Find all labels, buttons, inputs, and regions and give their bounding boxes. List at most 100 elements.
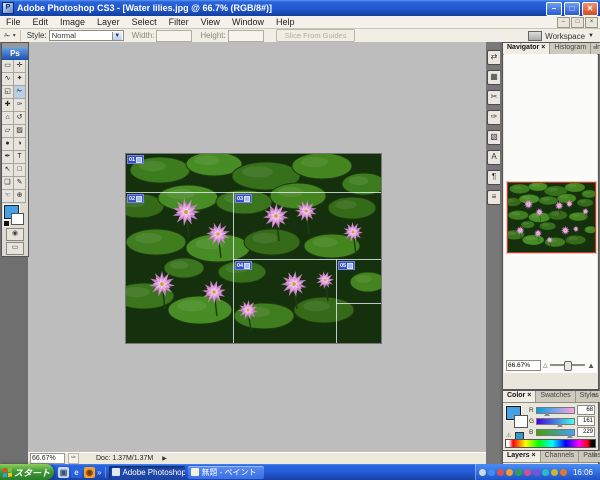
g-value-input[interactable]: 161 xyxy=(577,416,595,426)
tray-icon[interactable] xyxy=(488,469,495,476)
slices-from-guides-button[interactable]: Slice From Guides xyxy=(276,29,356,42)
clone-stamp-tool[interactable]: ⌂ xyxy=(2,112,14,125)
restore-button[interactable]: □ xyxy=(564,2,580,16)
color-tab-swatches[interactable]: Swatches xyxy=(536,391,575,402)
slice-label-03[interactable]: 03 xyxy=(235,194,252,203)
shape-tool[interactable]: □ xyxy=(14,164,26,177)
gamut-warning-icon[interactable]: ⚠ xyxy=(506,432,511,439)
tray-icon[interactable] xyxy=(515,469,522,476)
slice-boundary-line[interactable] xyxy=(336,259,337,343)
close-button[interactable]: ✕ xyxy=(582,2,598,16)
tray-icon[interactable] xyxy=(497,469,504,476)
hand-tool[interactable]: ☜ xyxy=(2,190,14,203)
menu-select[interactable]: Select xyxy=(126,16,163,28)
tray-icon[interactable] xyxy=(533,469,540,476)
eyedropper-tool[interactable]: ✎ xyxy=(14,177,26,190)
doc-close-button[interactable]: × xyxy=(585,17,598,28)
doc-minimize-button[interactable]: – xyxy=(557,17,570,28)
tray-icon[interactable] xyxy=(542,469,549,476)
status-zoom-input[interactable]: 66.67% xyxy=(30,453,65,464)
taskbar-task-2[interactable]: 無題 - ペイント xyxy=(188,466,264,479)
slice-label-02[interactable]: 02 xyxy=(127,194,144,203)
crop-tool[interactable]: ◱ xyxy=(2,86,14,99)
history-brush-tool[interactable]: ↺ xyxy=(14,112,26,125)
menu-view[interactable]: View xyxy=(195,16,226,28)
path-selection-tool[interactable]: ↖ xyxy=(2,164,14,177)
b-value-input[interactable]: 229 xyxy=(577,427,595,437)
background-color-swatch[interactable] xyxy=(11,213,24,225)
taskbar-task-1[interactable]: Adobe Photoshop CS.. xyxy=(109,466,185,479)
r-value-input[interactable]: 68 xyxy=(577,405,595,415)
menu-help[interactable]: Help xyxy=(270,16,301,28)
slice-label-05[interactable]: 05 xyxy=(338,261,355,270)
style-dropdown[interactable]: Normal ▼ xyxy=(49,30,124,41)
slice-boundary-line[interactable] xyxy=(126,192,381,193)
zoom-in-icon[interactable]: ▲ xyxy=(587,361,595,370)
r-slider[interactable] xyxy=(536,407,575,414)
zoom-out-icon[interactable]: △ xyxy=(543,362,548,369)
move-tool[interactable]: ✛ xyxy=(14,60,26,73)
panel-menu-icon[interactable]: ≡ xyxy=(593,392,597,401)
slice-tool[interactable]: ✁ xyxy=(14,86,26,99)
workspace-switcher[interactable]: Workspace ▼ xyxy=(528,31,594,41)
panel-menu-icon[interactable]: ≡ xyxy=(593,44,597,53)
color-tab-color[interactable]: Color × xyxy=(503,391,536,402)
default-colors-icon[interactable] xyxy=(3,220,10,227)
background-color-swatch[interactable] xyxy=(514,415,528,428)
gradient-tool[interactable]: ▨ xyxy=(14,125,26,138)
slice-boundary-line[interactable] xyxy=(233,192,234,343)
zoom-tool[interactable]: ⊕ xyxy=(14,190,26,203)
quick-launch-overflow[interactable]: » xyxy=(97,468,101,477)
tray-icon[interactable] xyxy=(560,469,567,476)
panel-menu-icon[interactable]: ≡ xyxy=(593,452,597,461)
lasso-tool[interactable]: ∿ xyxy=(2,73,14,86)
type-tool[interactable]: T xyxy=(14,151,26,164)
slider-handle[interactable] xyxy=(557,423,563,427)
ie-icon[interactable]: e xyxy=(71,467,82,478)
healing-brush-tool[interactable]: ✚ xyxy=(2,99,14,112)
pen-tool[interactable]: ✒ xyxy=(2,151,14,164)
quick-mask-button[interactable]: ◉ xyxy=(6,228,24,241)
tool-preset-picker[interactable]: ✁ ▾ xyxy=(0,30,21,41)
slice-label-01[interactable]: 01 xyxy=(127,155,144,164)
slice-boundary-line[interactable] xyxy=(336,303,381,304)
navigator-zoom-slider[interactable] xyxy=(550,364,585,366)
tray-icon[interactable] xyxy=(551,469,558,476)
menu-filter[interactable]: Filter xyxy=(163,16,195,28)
color-spectrum-ramp[interactable] xyxy=(505,439,596,448)
navigator-tab-histogram[interactable]: Histogram xyxy=(550,43,591,54)
navigator-zoom-input[interactable]: 66.67% xyxy=(506,360,541,371)
width-input[interactable] xyxy=(156,30,192,42)
layers-tab-layers[interactable]: Layers × xyxy=(503,451,541,462)
menu-edit[interactable]: Edit xyxy=(27,16,55,28)
tray-icon[interactable] xyxy=(506,469,513,476)
screen-mode-button[interactable]: ▭ xyxy=(6,242,24,255)
media-player-icon[interactable]: ◉ xyxy=(84,467,95,478)
height-input[interactable] xyxy=(228,30,264,42)
brush-tool[interactable]: ✑ xyxy=(14,99,26,112)
notes-tool[interactable]: ❏ xyxy=(2,177,14,190)
tray-icon[interactable] xyxy=(524,469,531,476)
document-canvas-image[interactable]: 01 02 03 04 05 xyxy=(125,153,382,344)
slider-handle[interactable] xyxy=(544,412,550,416)
blur-tool[interactable]: ● xyxy=(2,138,14,151)
slice-label-04[interactable]: 04 xyxy=(235,261,252,270)
menu-file[interactable]: File xyxy=(0,16,27,28)
b-slider[interactable] xyxy=(536,429,575,436)
eraser-tool[interactable]: ▱ xyxy=(2,125,14,138)
start-button[interactable]: スタート xyxy=(0,464,54,480)
navigator-tab-navigator[interactable]: Navigator × xyxy=(503,43,550,54)
tray-icon[interactable] xyxy=(479,469,486,476)
menu-image[interactable]: Image xyxy=(54,16,91,28)
menu-layer[interactable]: Layer xyxy=(91,16,126,28)
navigator-proxy-preview[interactable] xyxy=(507,182,596,253)
show-desktop-icon[interactable]: ▣ xyxy=(58,467,69,478)
magic-wand-tool[interactable]: ✦ xyxy=(14,73,26,86)
slider-handle[interactable] xyxy=(567,434,573,438)
slice-boundary-line[interactable] xyxy=(233,259,381,260)
minimize-button[interactable]: – xyxy=(546,2,562,16)
status-menu-arrow[interactable]: ▶ xyxy=(162,455,167,462)
menu-window[interactable]: Window xyxy=(226,16,270,28)
dodge-tool[interactable]: ◑ xyxy=(14,138,26,151)
rectangular-marquee-tool[interactable]: ▭ xyxy=(2,60,14,73)
